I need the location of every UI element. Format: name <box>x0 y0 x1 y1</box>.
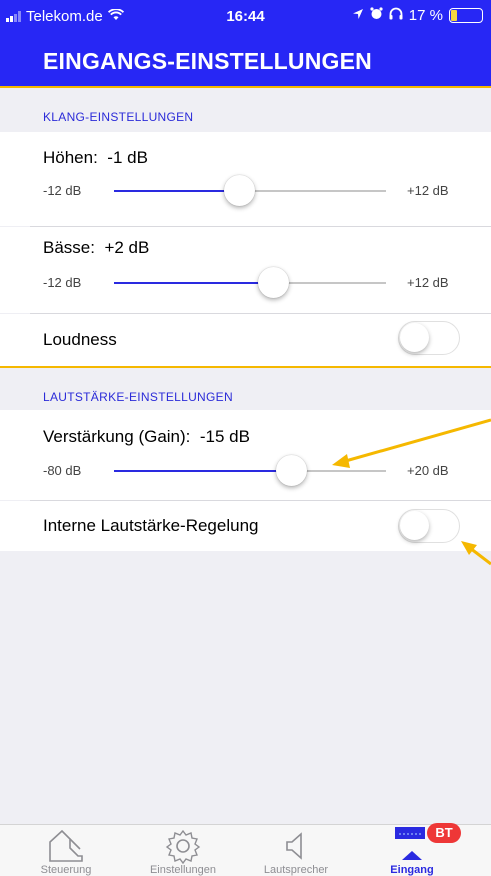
gain-label: Verstärkung (Gain): -15 dB <box>43 427 250 446</box>
section-title-volume: LAUTSTÄRKE-EINSTELLUNGEN <box>43 390 233 404</box>
loudness-toggle[interactable] <box>398 321 460 355</box>
treble-row: Höhen: -1 dB -12 dB +12 dB <box>0 132 491 226</box>
bass-slider-fill <box>114 282 273 284</box>
treble-value: -1 dB <box>107 148 148 167</box>
loudness-row: Loudness <box>0 314 491 366</box>
tab-einstellungen[interactable]: Einstellungen <box>128 825 238 876</box>
battery-percent: 17 % <box>408 7 443 24</box>
page-title: EINGANGS-EINSTELLUNGEN <box>43 48 372 74</box>
gain-slider-fill <box>114 470 291 472</box>
toggle-knob <box>400 323 429 352</box>
headphones-icon <box>389 7 403 24</box>
annotation-arrows <box>332 418 491 566</box>
gain-slider-thumb[interactable] <box>275 455 307 486</box>
bass-max: +12 dB <box>407 275 449 290</box>
alarm-icon <box>370 7 383 24</box>
treble-slider[interactable] <box>114 175 386 206</box>
house-icon <box>46 828 86 869</box>
bt-badge: BT <box>427 823 461 843</box>
bass-value: +2 dB <box>104 238 150 257</box>
loudness-label: Loudness <box>43 330 117 349</box>
tab-label: Lautsprecher <box>263 864 329 876</box>
tab-label: Steuerung <box>40 864 92 876</box>
tab-lautsprecher[interactable]: Lautsprecher <box>241 825 351 876</box>
treble-max: +12 dB <box>407 183 449 198</box>
page-header: EINGANGS-EINSTELLUNGEN <box>0 36 491 86</box>
bass-min: -12 dB <box>43 275 82 290</box>
treble-label: Höhen: -1 dB <box>43 148 148 167</box>
input-icon <box>395 827 425 839</box>
section-header-sound: KLANG-EINSTELLUNGEN <box>0 88 491 132</box>
section-title-sound: KLANG-EINSTELLUNGEN <box>43 110 194 124</box>
tab-label: Eingang <box>390 864 434 876</box>
tab-steuerung[interactable]: Steuerung <box>11 825 121 876</box>
treble-min: -12 dB <box>43 183 82 198</box>
battery-icon <box>449 8 483 23</box>
treble-slider-fill <box>114 190 239 192</box>
status-right: 17 % <box>352 7 483 24</box>
tab-label: Einstellungen <box>149 864 217 876</box>
speaker-icon <box>283 828 309 869</box>
bass-slider-thumb[interactable] <box>257 267 289 298</box>
treble-slider-thumb[interactable] <box>223 175 255 206</box>
internal-volume-label: Interne Lautstärke-Regelung <box>43 516 259 535</box>
gear-icon <box>165 828 201 869</box>
bass-row: Bässe: +2 dB -12 dB +12 dB <box>0 227 491 313</box>
location-icon <box>352 7 364 24</box>
bass-slider[interactable] <box>114 267 386 298</box>
bass-label: Bässe: +2 dB <box>43 238 150 257</box>
gain-value: -15 dB <box>199 427 250 446</box>
gain-min: -80 dB <box>43 463 82 478</box>
status-bar: Telekom.de 16:44 17 % <box>0 0 491 36</box>
